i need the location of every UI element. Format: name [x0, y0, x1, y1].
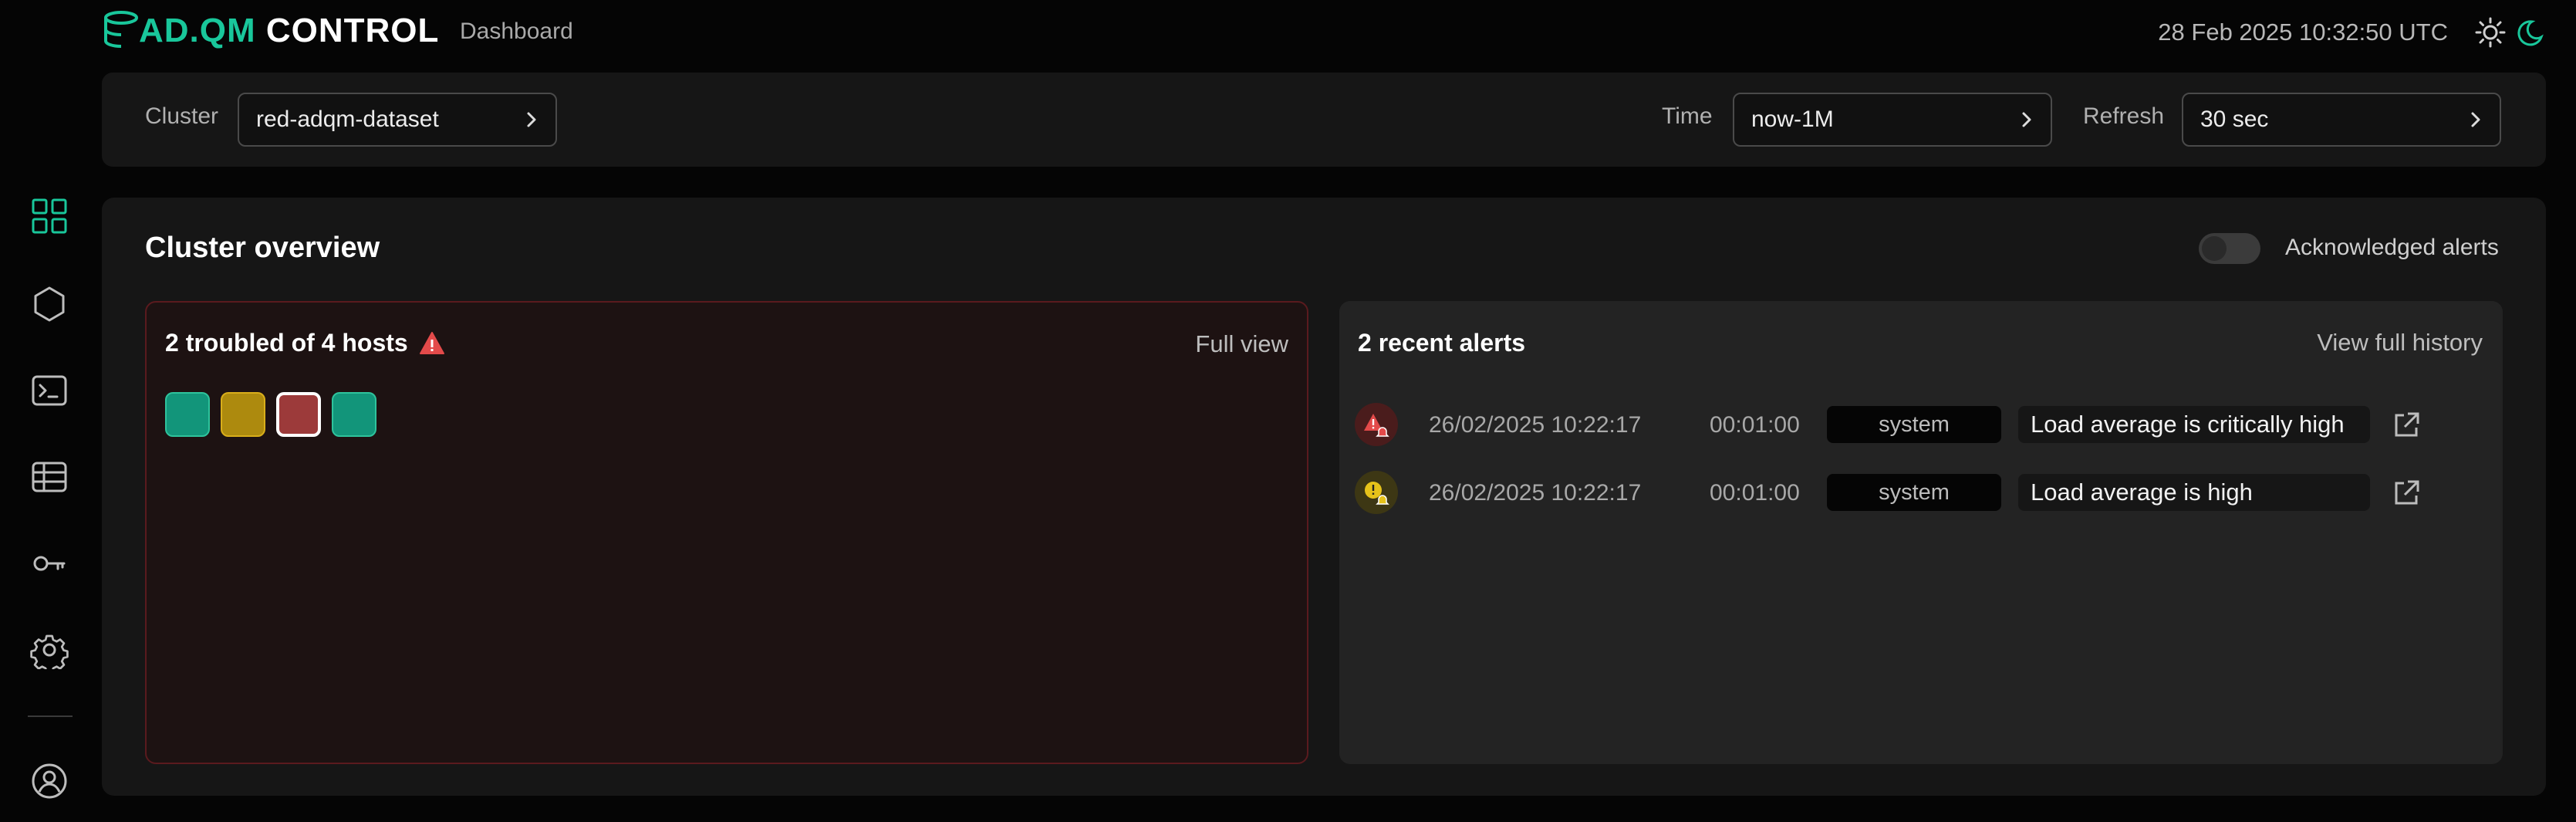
- sidebar-item-profile[interactable]: [29, 761, 69, 801]
- alert-date: 26/02/2025 10:22:17: [1429, 480, 1642, 506]
- full-view-link[interactable]: Full view: [1195, 330, 1288, 358]
- gear-icon: [30, 634, 69, 669]
- toggle-knob: [2202, 236, 2227, 261]
- logo[interactable]: AD.QM CONTROL: [100, 6, 439, 56]
- sidebar-item-clusters[interactable]: [29, 284, 69, 324]
- sidebar-item-tables[interactable]: [29, 457, 69, 497]
- alert-row[interactable]: 26/02/2025 10:22:17 00:01:00 system Load…: [1355, 469, 2489, 516]
- time-label: Time: [1662, 103, 1713, 129]
- alert-row[interactable]: 26/02/2025 10:22:17 00:01:00 system Load…: [1355, 401, 2489, 448]
- current-datetime: 28 Feb 2025 10:32:50 UTC: [2158, 19, 2448, 46]
- cluster-value: red-adqm-dataset: [256, 107, 439, 132]
- acknowledged-alerts-label: Acknowledged alerts: [2285, 235, 2499, 260]
- moon-icon[interactable]: [2514, 17, 2544, 48]
- alert-duration: 00:01:00: [1710, 480, 1800, 506]
- page-title: Cluster overview: [145, 232, 380, 264]
- cluster-select[interactable]: red-adqm-dataset: [238, 93, 557, 147]
- external-link-icon[interactable]: [2392, 411, 2421, 440]
- time-value: now-1M: [1751, 107, 1834, 132]
- acknowledged-alerts-toggle[interactable]: [2199, 233, 2260, 264]
- warning-alert-icon: [1355, 471, 1398, 514]
- host-tile-ok[interactable]: [165, 392, 210, 437]
- logo-text: AD.QM CONTROL: [139, 12, 440, 49]
- host-tile-ok[interactable]: [332, 392, 376, 437]
- hosts-summary-text: 2 troubled of 4 hosts: [165, 329, 408, 357]
- view-full-history-link[interactable]: View full history: [2317, 329, 2483, 357]
- warning-triangle-icon: [419, 331, 444, 354]
- alert-source-badge: system: [1827, 474, 2001, 511]
- sidebar-divider: [28, 715, 73, 717]
- critical-alert-icon: [1355, 403, 1398, 446]
- table-icon: [32, 462, 67, 492]
- sidebar-item-terminal[interactable]: [29, 370, 69, 411]
- external-link-icon[interactable]: [2392, 479, 2421, 508]
- top-bar: AD.QM CONTROL Dashboard 28 Feb 2025 10:3…: [0, 0, 2576, 66]
- host-tile-critical[interactable]: [276, 392, 321, 437]
- hosts-summary: 2 troubled of 4 hosts: [165, 329, 445, 357]
- hosts-card: 2 troubled of 4 hosts Full view: [145, 301, 1308, 764]
- alert-message: Load average is critically high: [2018, 406, 2370, 443]
- nav-dashboard[interactable]: Dashboard: [460, 19, 573, 45]
- refresh-label: Refresh: [2083, 103, 2165, 129]
- filter-bar: Cluster red-adqm-dataset Time now-1M Ref…: [102, 73, 2546, 167]
- dashboard-grid-icon: [32, 198, 67, 234]
- key-icon: [33, 556, 66, 571]
- chevron-right-icon: [527, 112, 536, 127]
- sidebar-item-dashboard[interactable]: [29, 196, 69, 236]
- cluster-overview-panel: Cluster overview Acknowledged alerts 2 t…: [102, 198, 2546, 796]
- alert-source-badge: system: [1827, 406, 2001, 443]
- recent-alerts-card: 2 recent alerts View full history 26/02/…: [1339, 301, 2503, 764]
- terminal-icon: [32, 375, 67, 406]
- sidebar-item-settings[interactable]: [29, 630, 69, 670]
- refresh-value: 30 sec: [2200, 107, 2269, 132]
- host-tile-warning[interactable]: [221, 392, 265, 437]
- chevron-right-icon: [2471, 112, 2480, 127]
- user-profile-icon: [32, 763, 67, 799]
- time-select[interactable]: now-1M: [1733, 93, 2052, 147]
- alert-message: Load average is high: [2018, 474, 2370, 511]
- alert-date: 26/02/2025 10:22:17: [1429, 412, 1642, 438]
- sidebar-item-access[interactable]: [29, 543, 69, 584]
- cluster-label: Cluster: [145, 103, 219, 129]
- hexagon-icon: [34, 286, 65, 322]
- sun-icon[interactable]: [2475, 17, 2506, 48]
- alert-duration: 00:01:00: [1710, 412, 1800, 438]
- alerts-summary: 2 recent alerts: [1358, 329, 1526, 357]
- refresh-select[interactable]: 30 sec: [2182, 93, 2501, 147]
- chevron-right-icon: [2022, 112, 2031, 127]
